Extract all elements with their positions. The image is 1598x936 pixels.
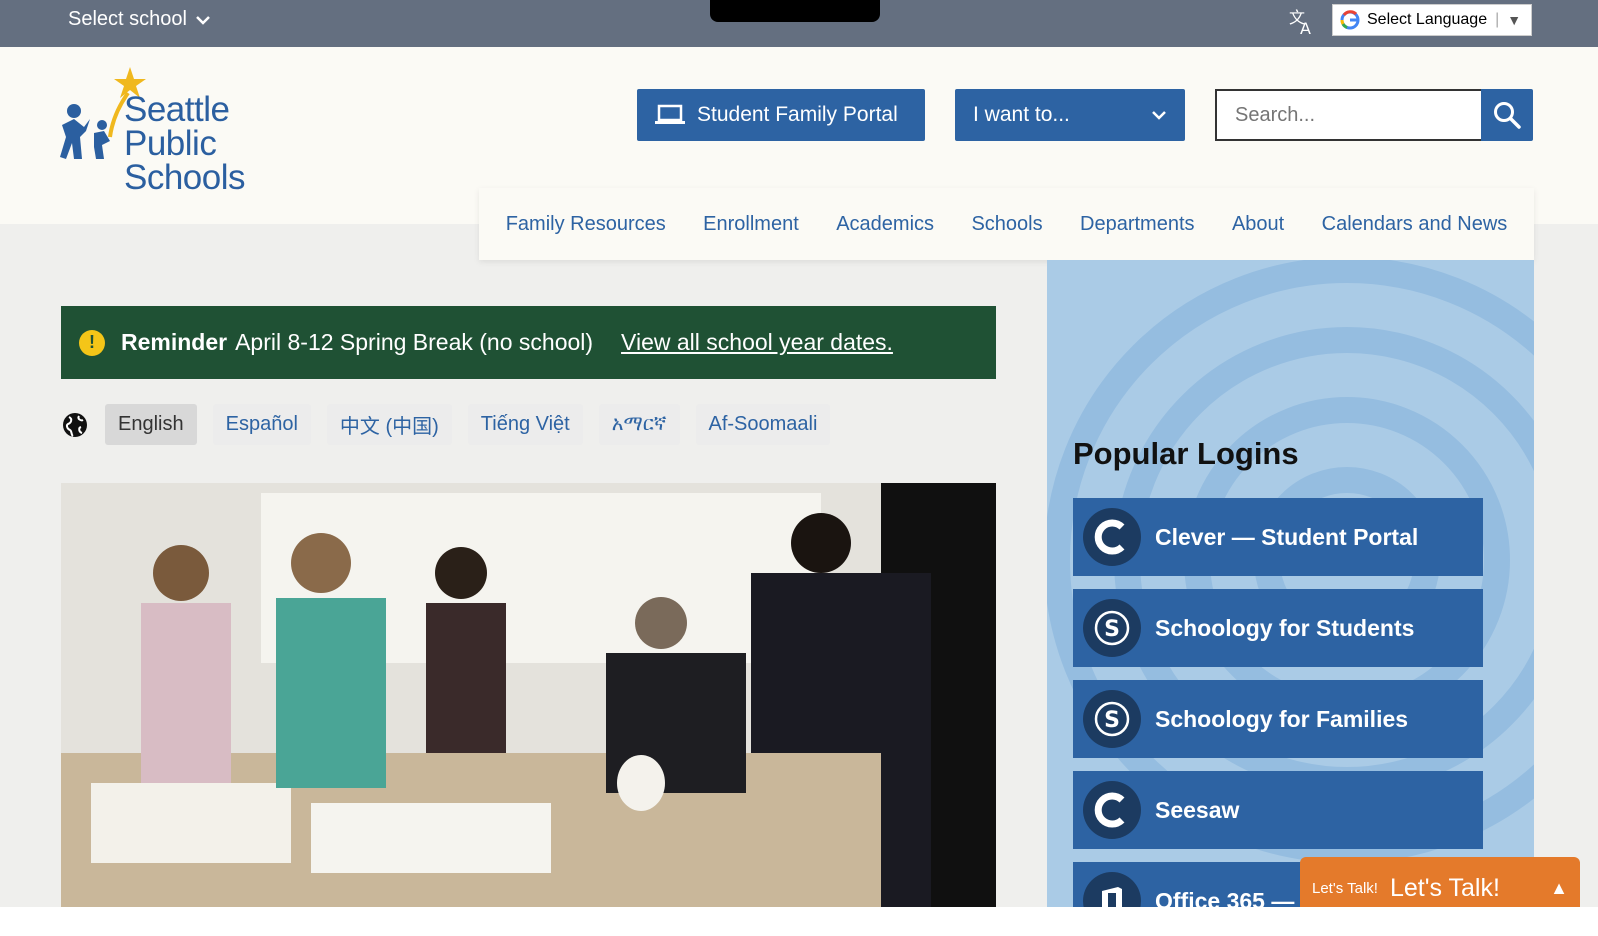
popular-logins-panel: Popular Logins Clever — Student Portal S…	[1047, 260, 1534, 910]
reminder-banner: ! Reminder April 8-12 Spring Break (no s…	[61, 306, 996, 379]
login-label: Seesaw	[1155, 796, 1240, 823]
logo-line-2: Schools	[124, 158, 246, 197]
portal-button-label: Student Family Portal	[697, 103, 898, 126]
chevron-down-icon	[1152, 111, 1166, 120]
search-icon	[1494, 102, 1521, 129]
dropdown-arrow-icon: ▼	[1507, 12, 1522, 28]
main-navigation: Family Resources Enrollment Academics Sc…	[479, 188, 1534, 260]
classroom-photo	[61, 483, 996, 907]
nav-item-schools[interactable]: Schools	[971, 213, 1042, 236]
nav-item-calendars-and-news[interactable]: Calendars and News	[1322, 213, 1508, 236]
camera-notch	[710, 0, 880, 22]
exclamation-icon: !	[79, 329, 105, 356]
lang-english[interactable]: English	[105, 404, 197, 445]
globe-icon	[63, 412, 87, 437]
popular-logins-heading: Popular Logins	[1073, 436, 1299, 471]
nav-item-enrollment[interactable]: Enrollment	[703, 213, 799, 236]
lang-amharic[interactable]: አማርኛ	[598, 404, 680, 445]
select-school-dropdown[interactable]: Select school	[68, 8, 211, 31]
schoology-icon: S	[1083, 599, 1141, 657]
language-switcher: English Español 中文 (中国) Tiếng Việt አማርኛ …	[61, 404, 831, 445]
nav-item-departments[interactable]: Departments	[1080, 213, 1195, 236]
chevron-down-icon	[196, 15, 210, 25]
translate-icon[interactable]: 文 A	[1288, 6, 1318, 36]
svg-text:S: S	[1104, 617, 1120, 642]
clever-icon	[1083, 508, 1141, 566]
schoology-icon: S	[1083, 690, 1141, 748]
lang-chinese[interactable]: 中文 (中国)	[326, 404, 452, 445]
student-family-portal-button[interactable]: Student Family Portal	[637, 89, 925, 141]
lang-spanish[interactable]: Español	[212, 404, 311, 445]
login-label: Clever — Student Portal	[1155, 523, 1419, 550]
login-label: Schoology for Families	[1155, 705, 1409, 732]
logo-link[interactable]: Seattle Public Schools	[60, 67, 320, 195]
lets-talk-logo-text: Let's Talk!	[1312, 879, 1378, 897]
logo-wordmark: Seattle Public Schools	[124, 90, 320, 197]
clever-login-button[interactable]: Clever — Student Portal	[1073, 498, 1483, 576]
nav-item-family-resources[interactable]: Family Resources	[506, 213, 666, 236]
i-want-to-dropdown[interactable]: I want to...	[955, 89, 1185, 141]
lang-vietnamese[interactable]: Tiếng Việt	[467, 404, 583, 445]
schoology-families-login-button[interactable]: S Schoology for Families	[1073, 680, 1483, 758]
google-language-select[interactable]: Select Language | ▼	[1332, 4, 1532, 36]
seesaw-icon	[1083, 781, 1141, 839]
search-input[interactable]	[1215, 89, 1481, 141]
svg-text:A: A	[1300, 19, 1311, 36]
i-want-to-label: I want to...	[973, 103, 1070, 126]
google-g-icon	[1340, 10, 1360, 30]
office-icon	[1083, 872, 1141, 910]
expand-up-icon[interactable]: ▲	[1550, 878, 1568, 899]
search-button[interactable]	[1481, 89, 1533, 141]
select-school-label: Select school	[68, 8, 187, 30]
nav-item-about[interactable]: About	[1232, 213, 1284, 236]
logo-line-1: Seattle Public	[124, 90, 230, 163]
search-form	[1215, 89, 1533, 141]
divider: |	[1495, 11, 1500, 28]
laptop-icon	[655, 104, 685, 124]
classroom-photo-illustration	[61, 483, 996, 907]
svg-text:S: S	[1104, 708, 1120, 733]
select-language-label: Select Language	[1367, 11, 1488, 28]
reminder-message: April 8-12 Spring Break (no school)	[235, 329, 594, 355]
lang-somali[interactable]: Af-Soomaali	[695, 404, 831, 445]
seesaw-login-button[interactable]: Seesaw	[1073, 771, 1483, 849]
reminder-label: Reminder	[121, 329, 228, 355]
lets-talk-label: Let's Talk!	[1389, 873, 1500, 902]
page-bottom-edge	[0, 907, 1598, 936]
utility-bar: Select school 文 A Select Language | ▼	[0, 0, 1598, 47]
school-year-dates-link[interactable]: View all school year dates.	[621, 329, 893, 356]
login-label: Schoology for Students	[1155, 614, 1415, 641]
schoology-students-login-button[interactable]: S Schoology for Students	[1073, 589, 1483, 667]
nav-item-academics[interactable]: Academics	[836, 213, 934, 236]
